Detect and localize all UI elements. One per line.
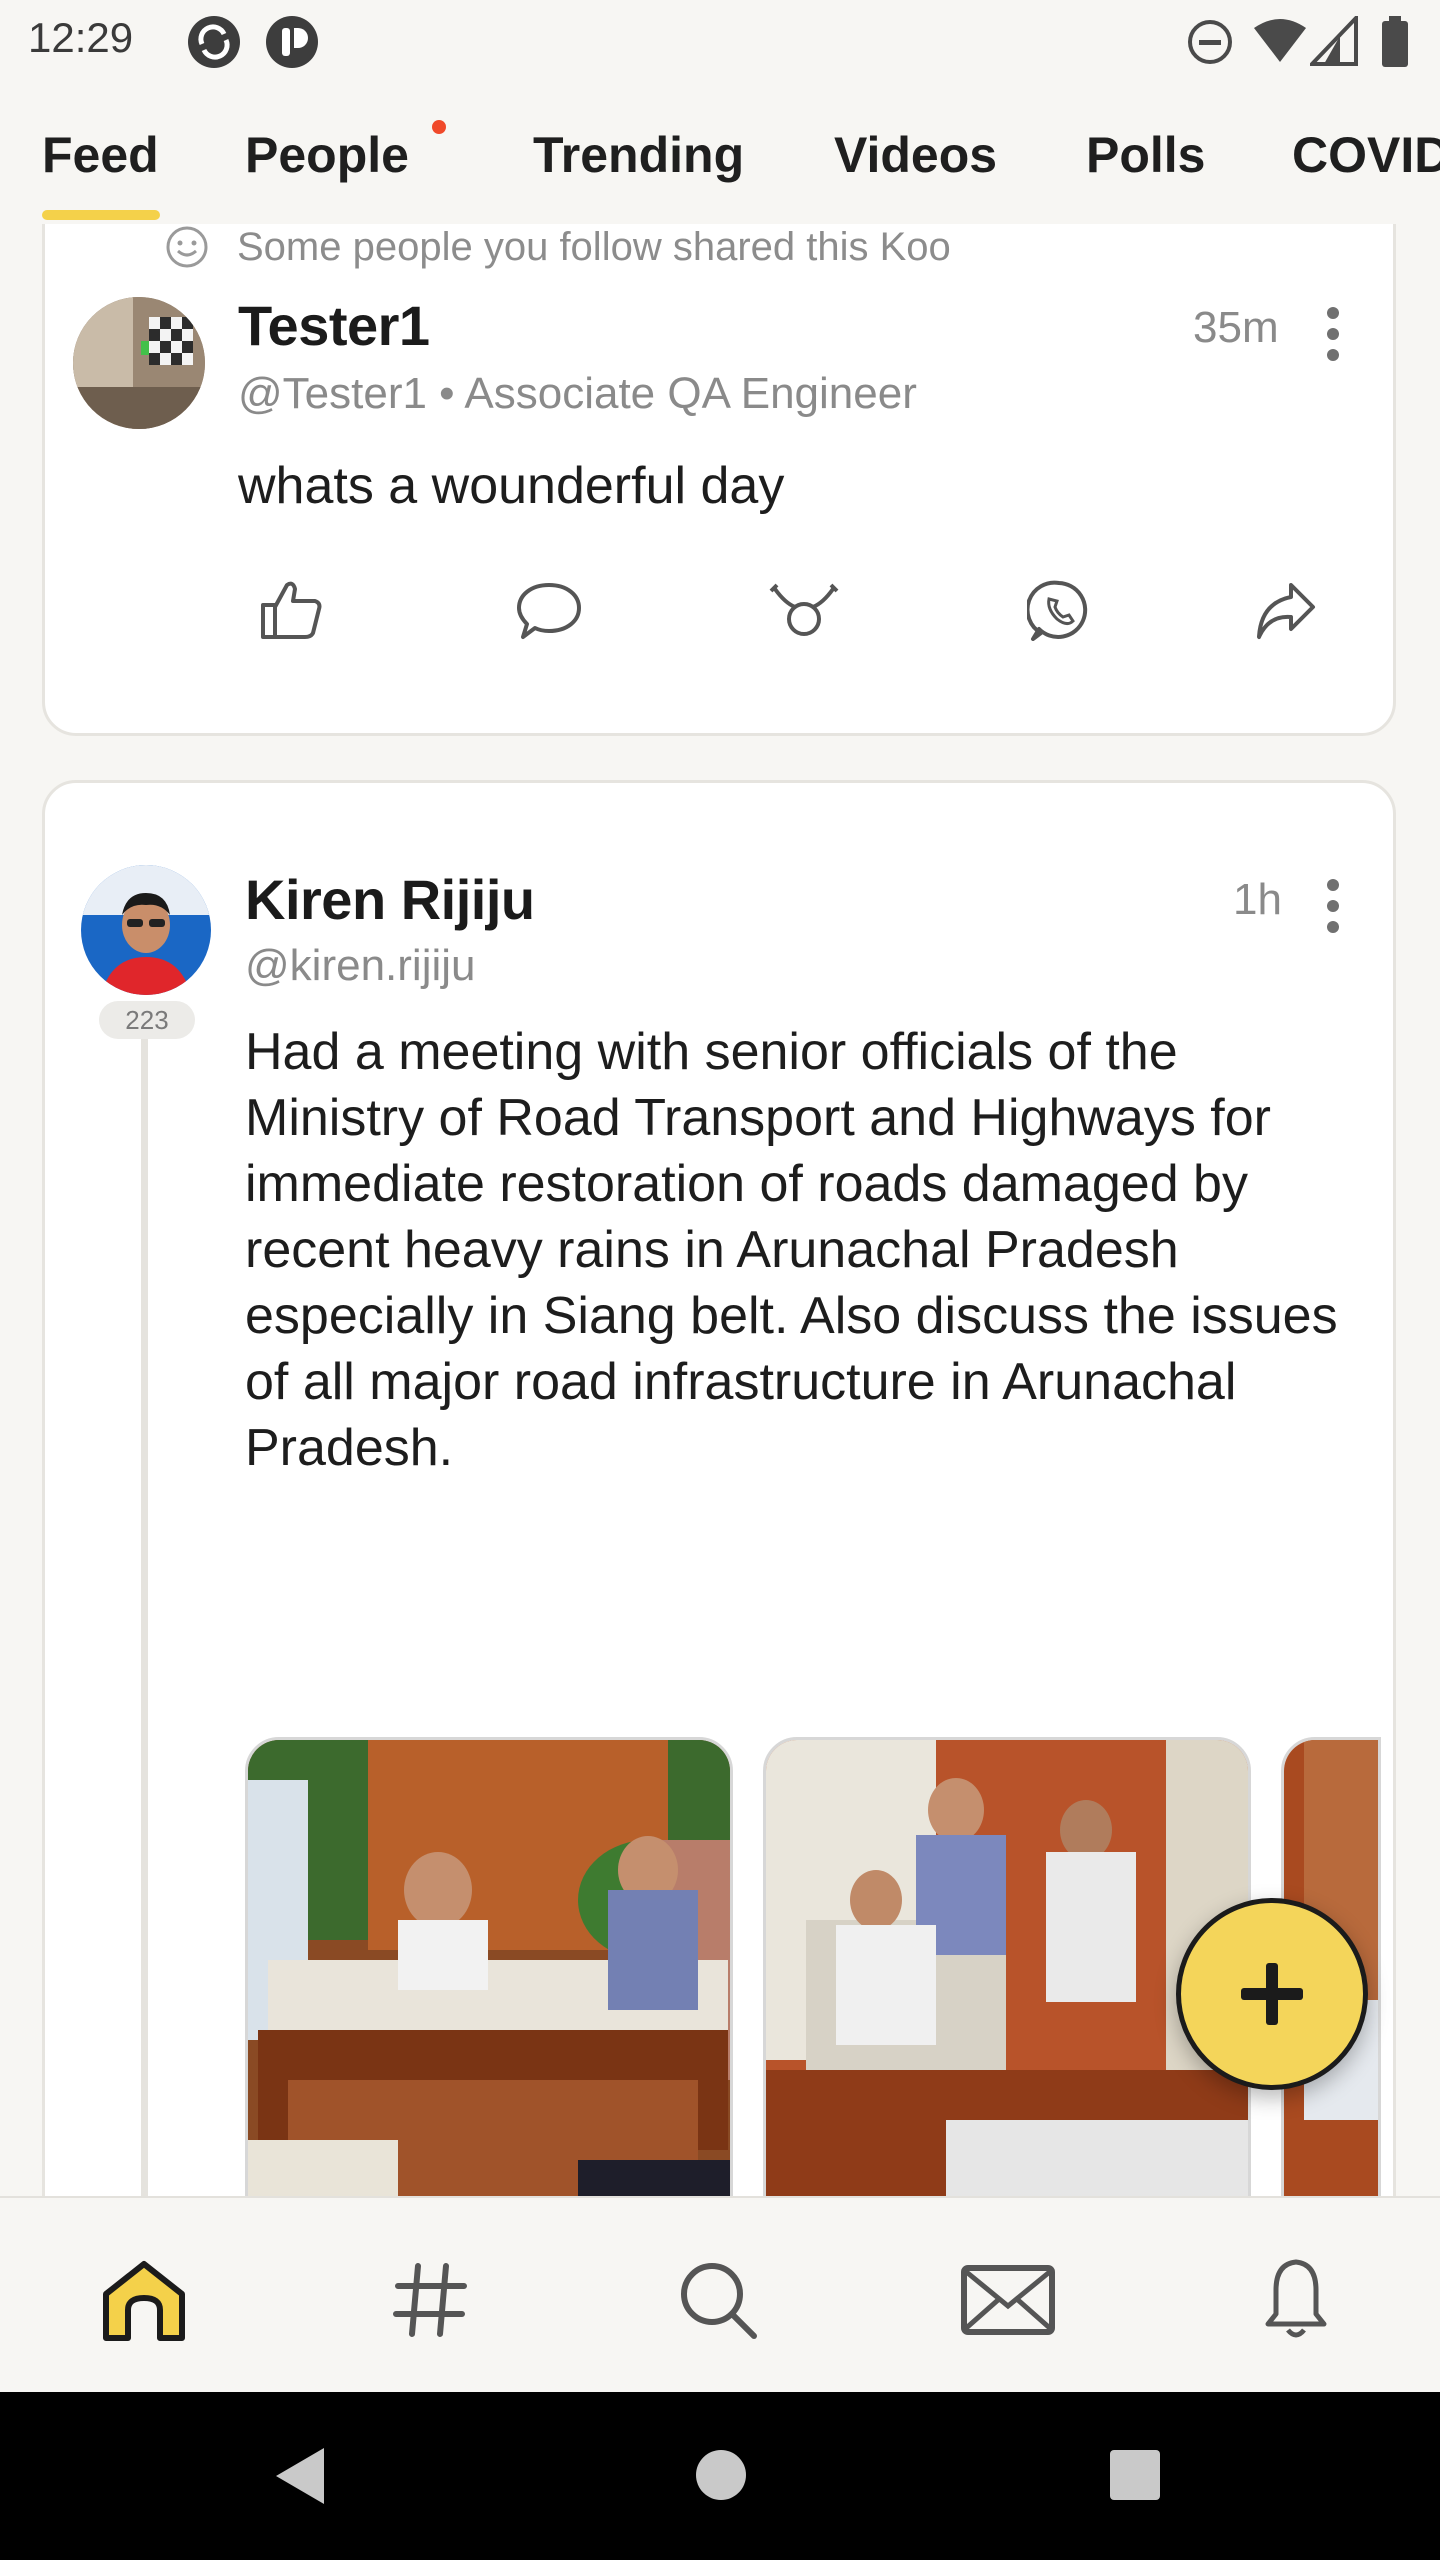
reshare-note: Some people you follow shared this Koo: [237, 225, 951, 269]
people-notification-dot: [432, 120, 446, 134]
author-handle: @Tester1 • Associate QA Engineer: [238, 369, 917, 418]
sync-app-icon: [188, 16, 240, 68]
system-navigation-bar: [0, 2392, 1440, 2560]
photo-image: [766, 1740, 1248, 2196]
more-options-icon[interactable]: [1323, 307, 1343, 370]
post-photo[interactable]: [763, 1737, 1251, 2196]
home-button-icon[interactable]: [694, 2448, 748, 2502]
thread-line: [141, 1039, 148, 2196]
app-badge-icon: [266, 16, 318, 68]
author-name[interactable]: Kiren Rijiju: [245, 867, 535, 932]
notifications-icon[interactable]: [1264, 2256, 1328, 2342]
like-icon[interactable]: [257, 577, 325, 641]
post-text: whats a wounderful day: [238, 457, 785, 515]
back-icon[interactable]: [270, 2444, 330, 2508]
recents-icon[interactable]: [1108, 2448, 1162, 2502]
search-icon[interactable]: [676, 2258, 760, 2342]
avatar[interactable]: [81, 865, 211, 995]
feed-list: Some people you follow shared this Koo T…: [0, 224, 1440, 2196]
author-name[interactable]: Tester1: [238, 293, 430, 358]
tab-people[interactable]: People: [245, 126, 409, 184]
avatar-image: [73, 297, 205, 429]
tab-polls[interactable]: Polls: [1086, 126, 1205, 184]
post-time: 1h: [1233, 875, 1282, 924]
active-tab-indicator: [42, 210, 160, 220]
post-photo[interactable]: [245, 1737, 733, 2196]
bottom-navigation: [0, 2196, 1440, 2394]
post-card[interactable]: Some people you follow shared this Koo T…: [42, 224, 1396, 736]
badge-count: 223: [99, 1001, 195, 1039]
tab-covid[interactable]: COVID: [1292, 126, 1440, 184]
rekoo-icon[interactable]: [769, 581, 839, 643]
status-bar: 12:29: [0, 0, 1440, 88]
author-handle: @kiren.rijiju: [245, 941, 476, 990]
tab-videos[interactable]: Videos: [834, 126, 997, 184]
create-post-button[interactable]: [1176, 1898, 1368, 2090]
battery-icon: [1382, 16, 1408, 67]
whatsapp-icon[interactable]: [1027, 579, 1091, 643]
more-options-icon[interactable]: [1323, 879, 1343, 942]
signal-icon: [1310, 16, 1358, 66]
status-time: 12:29: [28, 14, 134, 61]
post-text: Had a meeting with senior officials of t…: [245, 1023, 1338, 1477]
feed-tabs: Feed People Trending Videos Polls COVID: [0, 88, 1440, 224]
avatar-image: [81, 865, 211, 995]
tab-feed[interactable]: Feed: [42, 126, 159, 184]
avatar[interactable]: [73, 297, 205, 429]
hashtag-icon[interactable]: [390, 2260, 470, 2340]
tab-trending[interactable]: Trending: [533, 126, 744, 184]
messages-icon[interactable]: [960, 2264, 1056, 2336]
comment-icon[interactable]: [515, 581, 583, 643]
photo-image: [248, 1740, 730, 2196]
wifi-icon: [1254, 19, 1306, 62]
home-icon[interactable]: [96, 2258, 192, 2342]
smile-icon: [166, 226, 208, 268]
post-time: 35m: [1193, 303, 1279, 352]
plus-icon: [1241, 1963, 1303, 2025]
share-icon[interactable]: [1253, 579, 1317, 643]
dnd-icon: [1188, 20, 1232, 64]
